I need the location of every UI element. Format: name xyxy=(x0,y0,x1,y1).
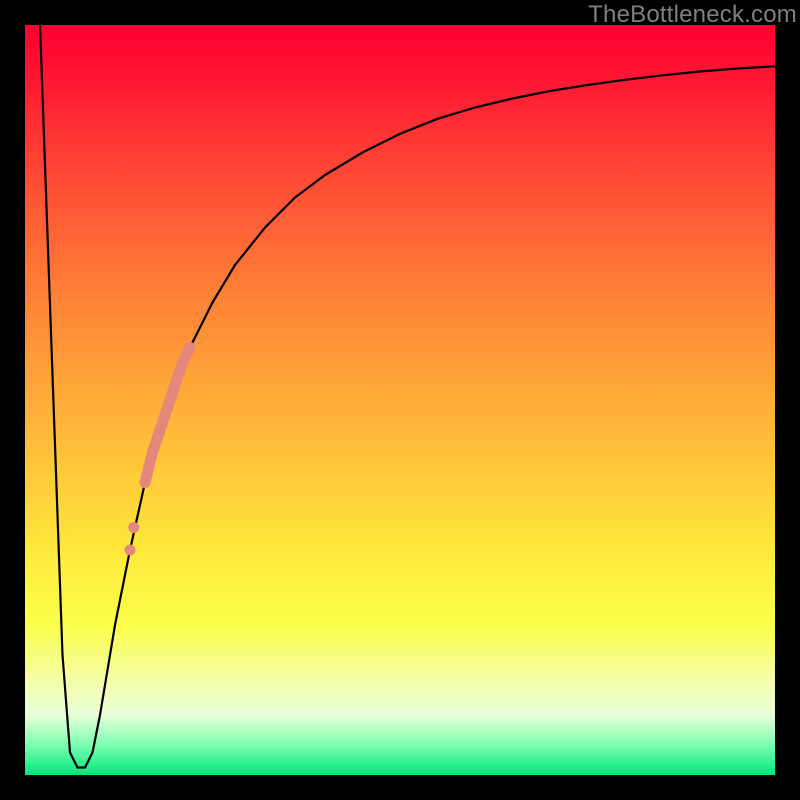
curve-layer xyxy=(25,25,775,775)
plot-area xyxy=(25,25,775,775)
highlight-dot xyxy=(125,545,136,556)
chart-container: TheBottleneck.com xyxy=(0,0,800,800)
bottleneck-curve xyxy=(40,25,775,768)
highlight-segment xyxy=(145,348,190,483)
watermark-text: TheBottleneck.com xyxy=(588,1,797,29)
highlight-dot xyxy=(128,522,139,533)
